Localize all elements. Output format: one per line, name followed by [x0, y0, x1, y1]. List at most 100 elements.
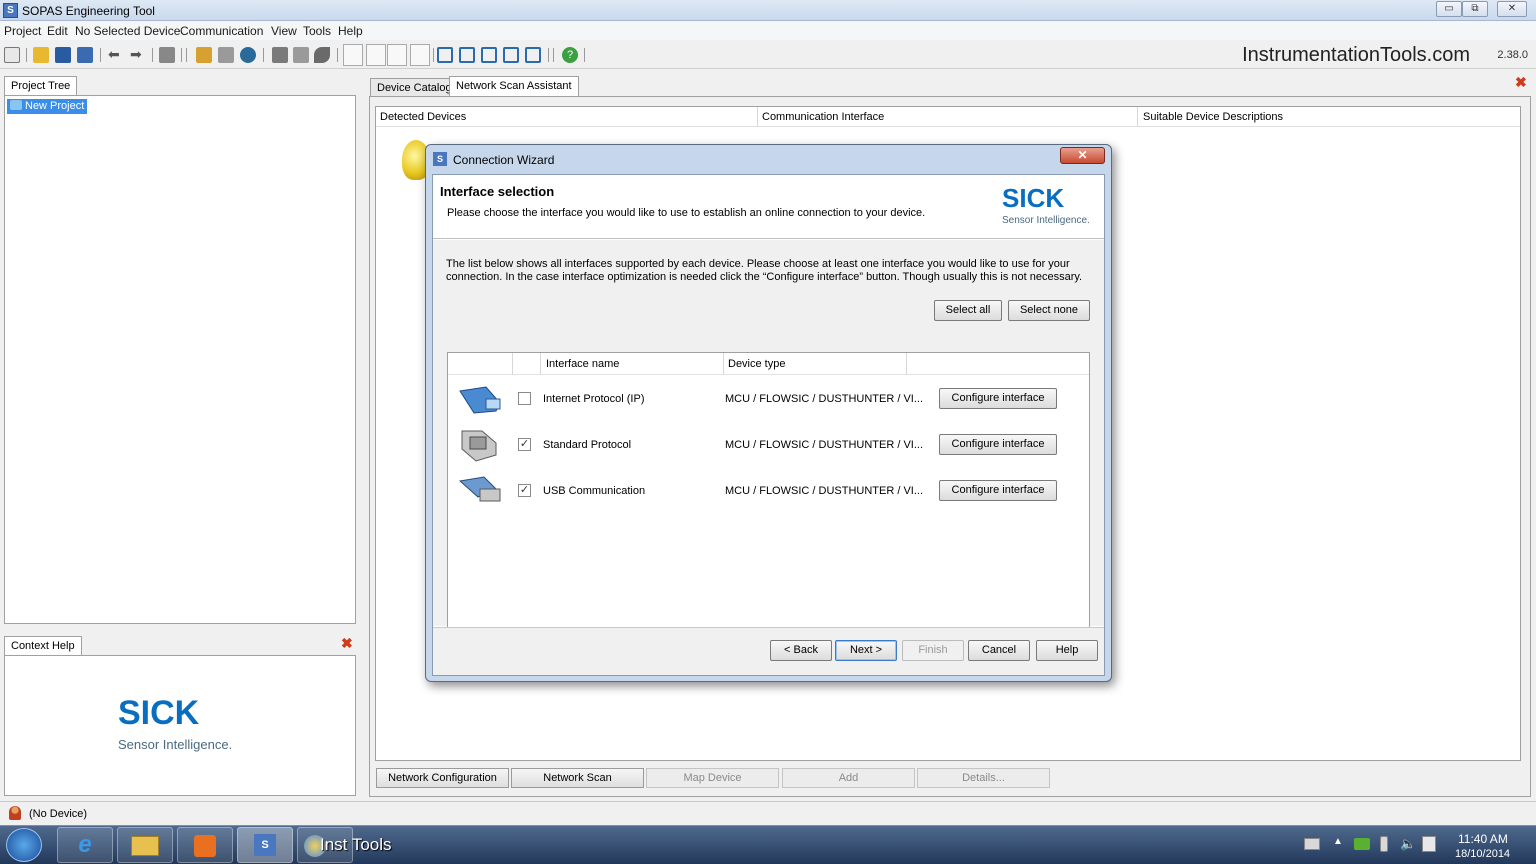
connect-icon[interactable] — [218, 47, 234, 63]
show-hidden-icons-icon[interactable]: ▲ — [1333, 836, 1343, 847]
select-all-button[interactable]: Select all — [934, 300, 1002, 321]
taskbar: e S Inst Tools ▲ 🔈 11:40 AM 18/10/2014 — [0, 825, 1536, 864]
help-icon[interactable]: ? — [562, 47, 578, 63]
start-button[interactable] — [6, 828, 42, 862]
arrow-right-icon[interactable]: ➡ — [130, 47, 146, 63]
configure-interface-standard-button[interactable]: Configure interface — [939, 434, 1057, 455]
layout-3-icon[interactable] — [481, 47, 497, 63]
back-button[interactable]: < Back — [770, 640, 832, 661]
save-all-icon[interactable] — [77, 47, 93, 63]
layout-2-icon[interactable] — [459, 47, 475, 63]
search-devices-icon[interactable] — [240, 47, 256, 63]
tree-item-label: New Project — [25, 100, 85, 112]
add-button[interactable]: Add — [782, 768, 915, 788]
device-icon[interactable] — [196, 47, 212, 63]
finish-button[interactable]: Finish — [902, 640, 964, 661]
close-window-button[interactable]: ✕ — [1497, 1, 1527, 17]
col-device-type[interactable]: Device type — [728, 358, 785, 370]
menu-edit[interactable]: Edit — [47, 24, 68, 38]
internet-explorer-icon[interactable]: e — [57, 827, 113, 863]
checkbox-standard[interactable]: ✓ — [518, 438, 531, 451]
device-status: (No Device) — [29, 808, 88, 820]
menu-help[interactable]: Help — [338, 24, 363, 38]
nvidia-icon[interactable] — [1354, 838, 1370, 850]
menu-communication[interactable]: Communication — [180, 24, 263, 38]
upload-icon[interactable] — [272, 47, 288, 63]
action-center-icon[interactable] — [1422, 836, 1436, 852]
clock-date[interactable]: 18/10/2014 — [1455, 848, 1510, 860]
volume-icon[interactable]: 🔈 — [1400, 836, 1416, 852]
dialog-body: Interface selection Please choose the in… — [432, 174, 1105, 676]
new-project-icon[interactable] — [4, 47, 20, 63]
col-interface-name[interactable]: Interface name — [546, 358, 619, 370]
details-button[interactable]: Details... — [917, 768, 1050, 788]
device-type-standard: MCU / FLOWSIC / DUSTHUNTER / VI... — [725, 439, 924, 451]
download-icon[interactable] — [293, 47, 309, 63]
eraser-icon[interactable] — [314, 47, 330, 63]
toolbar-separator — [433, 48, 434, 62]
dialog-close-button[interactable]: ✕ — [1060, 147, 1105, 164]
battery-icon[interactable] — [1380, 836, 1388, 852]
checkbox-usb[interactable]: ✓ — [518, 484, 531, 497]
tab-device-catalog[interactable]: Device Catalog — [370, 78, 459, 96]
select-none-button[interactable]: Select none — [1008, 300, 1090, 321]
network-scan-button[interactable]: Network Scan — [511, 768, 644, 788]
col-suitable-device-descriptions[interactable]: Suitable Device Descriptions — [1143, 111, 1283, 123]
dialog-title: Connection Wizard — [453, 153, 555, 167]
title-bar: S SOPAS Engineering Tool ▭ ⧉ ✕ — [0, 0, 1536, 21]
print-icon[interactable] — [159, 47, 175, 63]
clock-time[interactable]: 11:40 AM — [1458, 832, 1508, 846]
tab-network-scan-assistant[interactable]: Network Scan Assistant — [449, 76, 579, 96]
keyboard-icon[interactable] — [1304, 838, 1320, 850]
map-device-button[interactable]: Map Device — [646, 768, 779, 788]
help-button[interactable]: Help — [1036, 640, 1098, 661]
configure-interface-ip-button[interactable]: Configure interface — [939, 388, 1057, 409]
toolbar-slot[interactable] — [410, 44, 430, 66]
toolbar-separator — [584, 48, 585, 62]
menu-no-selected-device[interactable]: No Selected Device — [75, 24, 180, 38]
tab-context-help[interactable]: Context Help — [4, 636, 82, 655]
minimize-button[interactable]: ▭ — [1436, 1, 1462, 17]
network-configuration-button[interactable]: Network Configuration — [376, 768, 509, 788]
layout-1-icon[interactable] — [437, 47, 453, 63]
col-communication-interface[interactable]: Communication Interface — [762, 111, 884, 123]
redo-icon[interactable] — [387, 44, 407, 66]
toolbar-separator — [553, 48, 554, 62]
close-panel-icon[interactable]: ✖ — [341, 635, 353, 652]
device-type-ip: MCU / FLOWSIC / DUSTHUNTER / VI... — [725, 393, 924, 405]
arrow-left-icon[interactable]: ⬅ — [108, 47, 124, 63]
menu-view[interactable]: View — [271, 24, 297, 38]
dialog-footer: < Back Next > Finish Cancel Help — [433, 627, 1104, 675]
tree-item-new-project[interactable]: New Project — [7, 99, 88, 114]
tab-project-tree[interactable]: Project Tree — [4, 76, 78, 95]
configure-interface-usb-button[interactable]: Configure interface — [939, 480, 1057, 501]
layout-4-icon[interactable] — [503, 47, 519, 63]
checkbox-ip[interactable] — [518, 392, 531, 405]
menu-project[interactable]: Project — [4, 24, 41, 38]
undo-icon[interactable] — [343, 44, 363, 66]
maximize-button[interactable]: ⧉ — [1462, 1, 1488, 17]
sick-logo: SICK — [118, 694, 200, 732]
menu-tools[interactable]: Tools — [303, 24, 331, 38]
toolbar-separator — [152, 48, 153, 62]
file-explorer-icon[interactable] — [117, 827, 173, 863]
dialog-main: The list below shows all interfaces supp… — [433, 240, 1104, 641]
status-bar: (No Device) — [0, 801, 1536, 825]
layout-5-icon[interactable] — [525, 47, 541, 63]
interface-table-header: Interface name Device type — [448, 353, 1089, 375]
interface-name-usb: USB Communication — [543, 485, 646, 497]
sopas-dialog-icon: S — [433, 152, 447, 166]
sopas-app-icon: S — [3, 3, 18, 18]
media-player-icon[interactable] — [177, 827, 233, 863]
close-tab-icon[interactable]: ✖ — [1515, 74, 1527, 91]
save-icon[interactable] — [55, 47, 71, 63]
open-folder-icon[interactable] — [33, 47, 49, 63]
dialog-subheading: Please choose the interface you would li… — [447, 207, 926, 219]
project-tree-panel: New Project — [4, 95, 356, 624]
cancel-button[interactable]: Cancel — [968, 640, 1030, 661]
sopas-taskbar-icon[interactable]: S — [237, 827, 293, 863]
toolbar-slot[interactable] — [366, 44, 386, 66]
col-detected-devices[interactable]: Detected Devices — [380, 111, 466, 123]
next-button[interactable]: Next > — [835, 640, 897, 661]
interface-name-ip: Internet Protocol (IP) — [543, 393, 645, 405]
